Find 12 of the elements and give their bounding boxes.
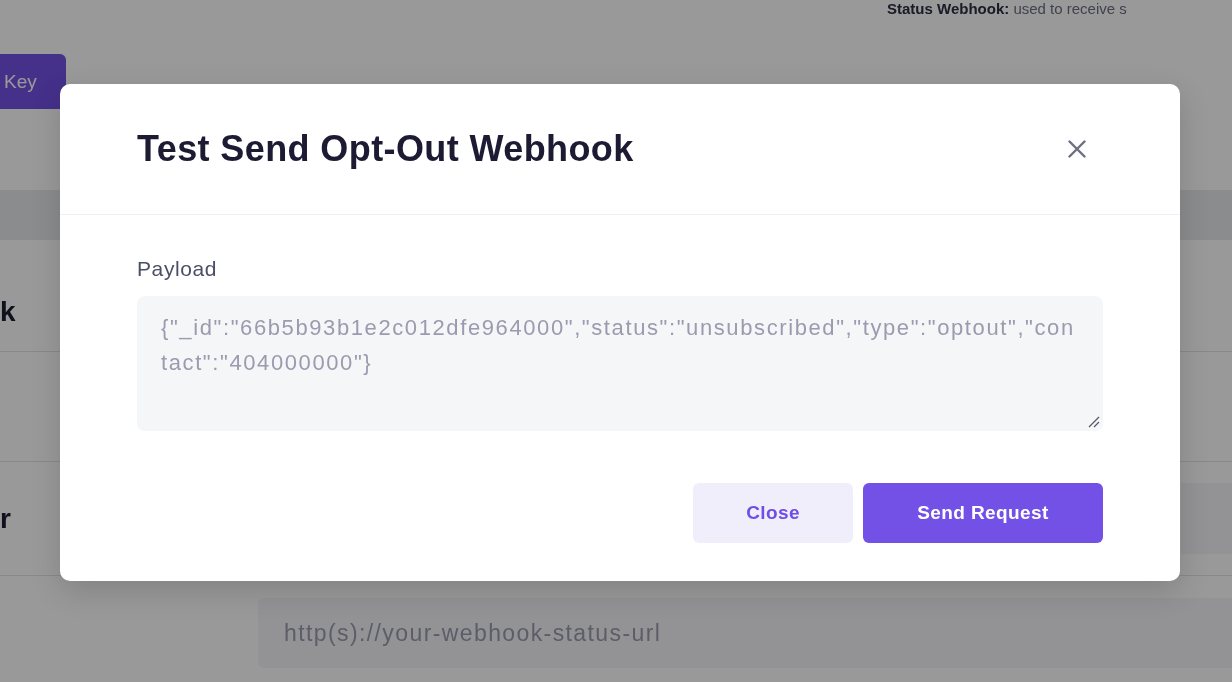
key-button[interactable]: Key: [0, 54, 66, 109]
close-icon: [1068, 140, 1086, 158]
close-dialog-button[interactable]: Close: [693, 483, 853, 543]
send-request-button[interactable]: Send Request: [863, 483, 1103, 543]
resize-handle-icon: [1088, 416, 1100, 428]
payload-field[interactable]: {"_id":"66b5b93b1e2c012dfe964000","status":"unsubscribed","type":"optout","contact":"404000000"}: [137, 296, 1103, 431]
text-field[interactable]: [1181, 483, 1232, 554]
field-label: r: [0, 501, 11, 536]
payload-label: Payload: [137, 257, 218, 281]
status-webhook-note: Status Webhook: used to receive s: [887, 0, 1127, 18]
section-heading: k: [0, 295, 16, 329]
dialog-title: Test Send Opt-Out Webhook: [137, 128, 634, 170]
